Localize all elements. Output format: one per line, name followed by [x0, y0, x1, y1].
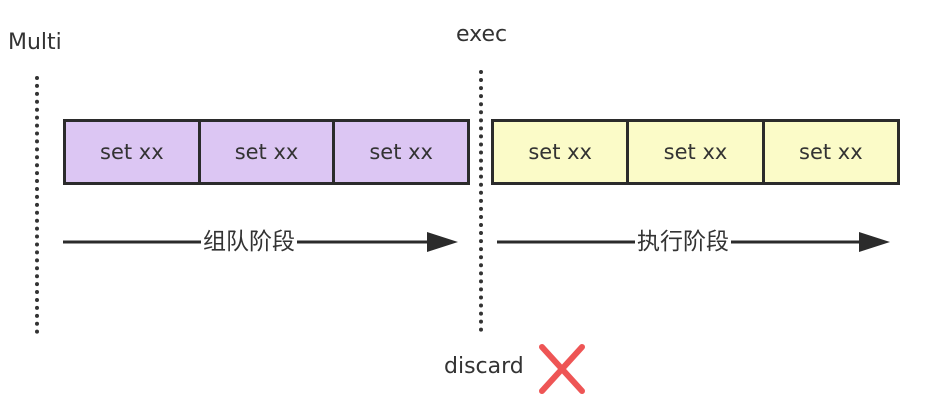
- exec-phase-arrow: 执行阶段: [497, 220, 890, 264]
- queue-phase-label: 组队阶段: [201, 229, 297, 256]
- executed-command-box: set xx: [629, 119, 765, 185]
- exec-divider-line: [479, 70, 483, 332]
- executed-command-box: set xx: [764, 119, 900, 185]
- queue-phase-arrow: 组队阶段: [63, 220, 458, 264]
- queue-command-row: set xx set xx set xx: [63, 119, 471, 185]
- exec-label: exec: [456, 22, 508, 47]
- exec-phase-label: 执行阶段: [635, 229, 731, 256]
- queued-command-box: set xx: [200, 119, 336, 185]
- multi-label: Multi: [8, 30, 62, 55]
- queued-command-box: set xx: [63, 119, 201, 185]
- discard-label: discard: [444, 354, 524, 379]
- executed-command-box: set xx: [491, 119, 630, 185]
- queued-command-box: set xx: [335, 119, 471, 185]
- multi-divider-line: [35, 76, 39, 334]
- exec-command-row: set xx set xx set xx: [491, 119, 900, 185]
- cross-icon: [539, 344, 585, 394]
